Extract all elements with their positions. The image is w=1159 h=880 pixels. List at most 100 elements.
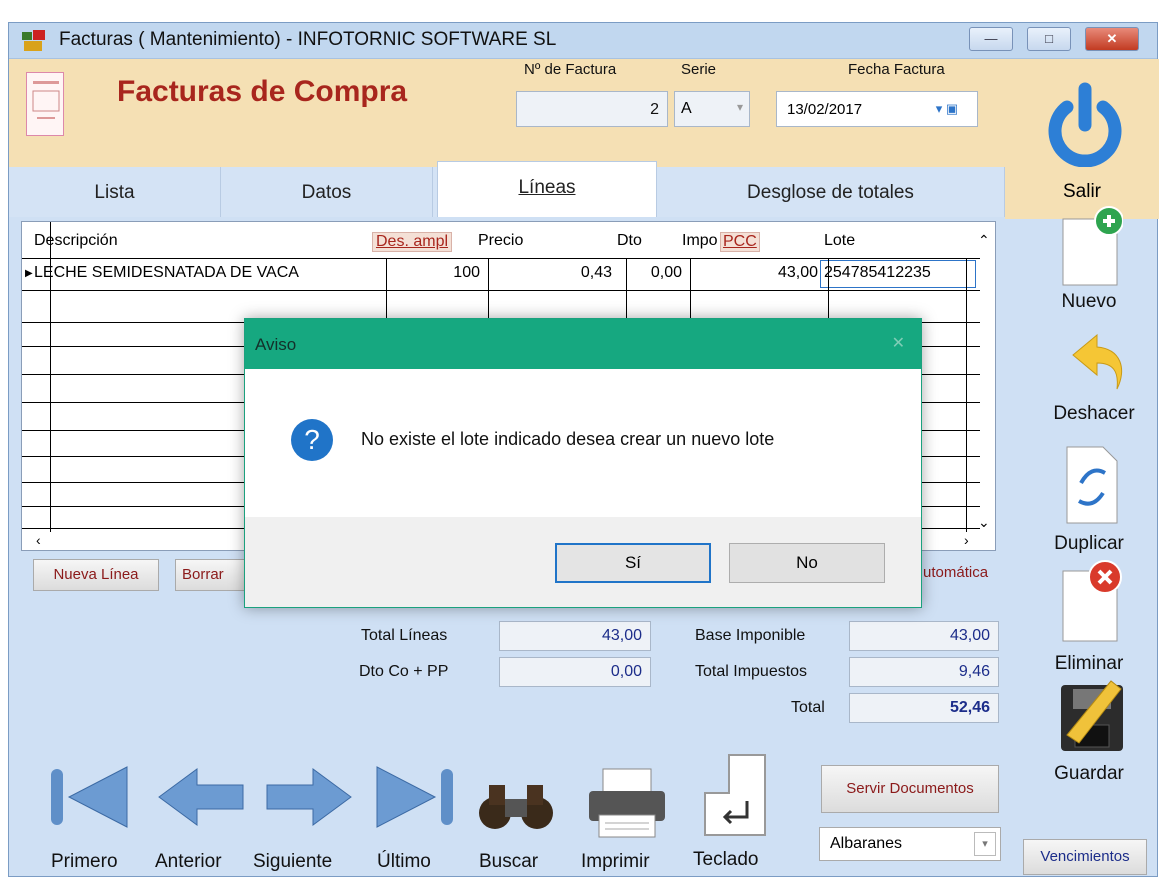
scroll-down-icon[interactable]: ⌄ (978, 514, 990, 531)
save-button[interactable]: Guardar (1039, 671, 1139, 799)
invoice-no-label: Nº de Factura (524, 61, 617, 78)
window-title: Facturas ( Mantenimiento) - INFOTORNIC S… (59, 29, 557, 50)
last-button[interactable]: Último (369, 755, 459, 875)
close-button[interactable]: ✕ (1085, 27, 1139, 51)
tab-desglose[interactable]: Desglose de totales (657, 167, 1005, 217)
delete-document-icon (1059, 557, 1123, 645)
printer-icon (587, 767, 667, 844)
first-button[interactable]: Primero (43, 755, 133, 875)
enter-key-icon (699, 753, 769, 842)
undo-arrow-icon (1067, 329, 1127, 393)
page-title: Facturas de Compra (117, 75, 408, 108)
document-icon (26, 72, 64, 136)
chevron-down-icon: ▾ (974, 832, 996, 856)
tab-lista[interactable]: Lista (9, 167, 221, 217)
dto-label: Dto Co + PP (359, 663, 449, 680)
question-icon: ? (291, 419, 333, 461)
dialog-close-icon[interactable]: ✕ (892, 333, 905, 353)
dialog-header: Aviso ✕ (245, 319, 921, 369)
title-bar: Facturas ( Mantenimiento) - INFOTORNIC S… (9, 23, 1157, 59)
serie-value: A (681, 100, 692, 117)
add-document-icon (1059, 205, 1124, 289)
total-label: Total (791, 699, 825, 716)
dto-field: 0,00 (499, 657, 651, 687)
tab-bar: Lista Datos Líneas Desglose de totales (9, 161, 1005, 217)
tab-lineas[interactable]: Líneas (437, 161, 657, 217)
table-row[interactable]: ▶ LECHE SEMIDESNATADA DE VACA 100 0,43 0… (22, 258, 980, 290)
first-label: Primero (51, 851, 118, 872)
binoculars-icon (475, 777, 557, 838)
cell-lote[interactable]: 254785412235 (820, 260, 976, 288)
next-button[interactable]: Siguiente (253, 755, 363, 875)
cell-descripcion[interactable]: LECHE SEMIDESNATADA DE VACA (34, 264, 299, 282)
col-importe[interactable]: Impo (682, 232, 718, 250)
new-label: Nuevo (1061, 291, 1117, 312)
delete-line-button[interactable]: Borrar (175, 559, 251, 591)
print-button[interactable]: Imprimir (577, 763, 677, 875)
yes-button[interactable]: Sí (555, 543, 711, 583)
base-field: 43,00 (849, 621, 999, 651)
doc-type-value: Albaranes (830, 835, 903, 852)
duplicate-icon (1063, 443, 1123, 527)
previous-arrow-icon (157, 765, 245, 834)
doc-type-select[interactable]: Albaranes ▾ (819, 827, 1001, 861)
col-pcc-label: PCC (723, 233, 757, 250)
tab-datos[interactable]: Datos (221, 167, 433, 217)
base-label: Base Imponible (695, 627, 806, 644)
undo-button[interactable]: Deshacer (1039, 323, 1149, 433)
cell-importe[interactable]: 43,00 (752, 264, 818, 282)
serie-select[interactable]: A ▾ (674, 91, 750, 127)
delete-button[interactable]: Eliminar (1039, 553, 1139, 681)
col-precio[interactable]: Precio (478, 232, 523, 250)
invoice-no-field[interactable]: 2 (516, 91, 668, 127)
maximize-button[interactable]: □ (1027, 27, 1071, 51)
keyboard-button[interactable]: Teclado (685, 749, 781, 875)
previous-button[interactable]: Anterior (149, 755, 245, 875)
print-label: Imprimir (581, 851, 650, 872)
search-button[interactable]: Buscar (471, 771, 561, 875)
app-icon (21, 29, 47, 53)
previous-label: Anterior (155, 851, 222, 872)
next-label: Siguiente (253, 851, 333, 872)
col-descripcion[interactable]: Descripción (34, 232, 118, 250)
col-pcc[interactable]: PCC (720, 232, 760, 252)
chevron-down-icon: ▾ (736, 100, 743, 114)
scroll-up-icon[interactable]: ⌃ (978, 232, 990, 249)
duplicate-button[interactable]: Duplicar (1039, 439, 1139, 559)
background-text (0, 0, 160, 20)
search-label: Buscar (479, 851, 539, 872)
new-button[interactable]: Nuevo (1039, 199, 1139, 319)
dialog-message: No existe el lote indicado desea crear u… (361, 429, 775, 449)
duplicate-label: Duplicar (1054, 533, 1124, 554)
cell-precio[interactable]: 0,43 (562, 264, 612, 282)
scroll-right-icon[interactable]: › (964, 532, 969, 548)
dialog-title: Aviso (255, 335, 297, 354)
last-label: Último (377, 851, 431, 872)
cell-dto[interactable]: 0,00 (642, 264, 682, 282)
cell-des-ampl[interactable]: 100 (440, 264, 480, 282)
no-button[interactable]: No (729, 543, 885, 583)
power-icon (1045, 79, 1125, 168)
date-label: Fecha Factura (848, 61, 945, 78)
invoice-header: Facturas de Compra Nº de Factura 2 Serie… (9, 59, 1005, 167)
serve-documents-button[interactable]: Servir Documentos (821, 765, 999, 813)
tab-lineas-label: Líneas (518, 177, 576, 198)
date-picker[interactable]: 13/02/2017 ▾ ▣ (776, 91, 978, 127)
exit-button[interactable]: Salir (1005, 59, 1159, 219)
serie-label: Serie (681, 61, 717, 78)
date-value: 13/02/2017 (787, 101, 863, 118)
vencimientos-button[interactable]: Vencimientos (1023, 839, 1147, 875)
col-dto[interactable]: Dto (617, 232, 642, 250)
calendar-icon: ▾ ▣ (935, 101, 959, 116)
total-lineas-field: 43,00 (499, 621, 651, 651)
auto-button-fragment[interactable]: utomática (923, 564, 988, 581)
total-lineas-label: Total Líneas (361, 627, 448, 644)
col-lote[interactable]: Lote (824, 232, 855, 250)
scroll-left-icon[interactable]: ‹ (36, 532, 41, 548)
save-icon (1057, 675, 1127, 755)
new-line-button[interactable]: Nueva Línea (33, 559, 159, 591)
warning-dialog: Aviso ✕ ? No existe el lote indicado des… (244, 318, 922, 608)
minimize-button[interactable]: — (969, 27, 1013, 51)
undo-label: Deshacer (1053, 403, 1135, 424)
col-des-ampl[interactable]: Des. ampl (372, 232, 453, 252)
